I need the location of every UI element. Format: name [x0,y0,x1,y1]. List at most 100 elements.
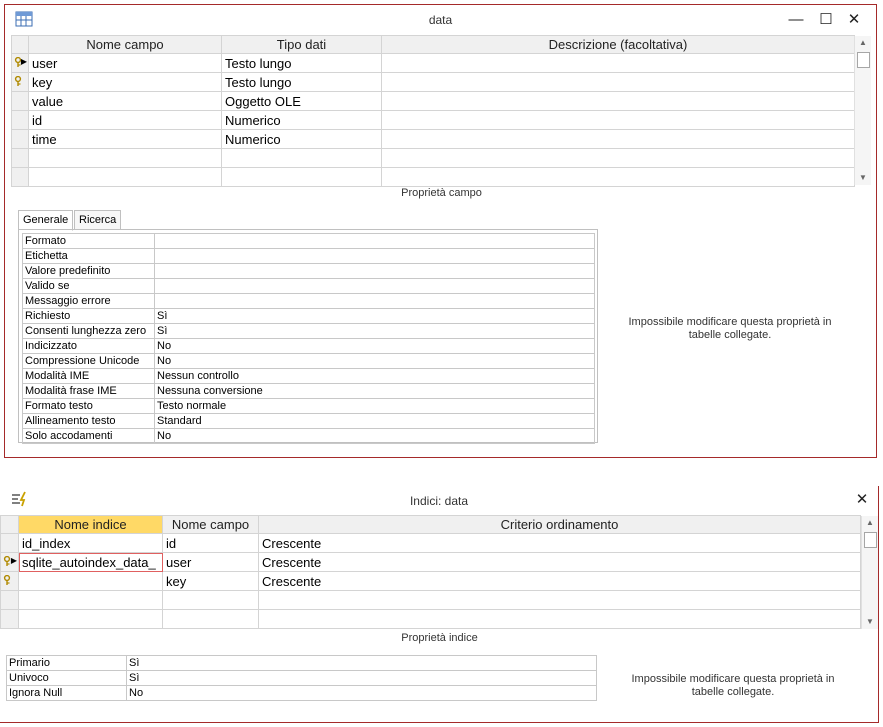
property-value[interactable]: Testo normale [154,398,595,414]
sort-order-cell[interactable]: Crescente [258,552,861,572]
property-value[interactable] [154,278,595,294]
index-row[interactable] [0,590,861,610]
tab-generale[interactable]: Generale [18,210,74,231]
indexes-scroll-down-arrow-icon[interactable]: ▼ [862,615,878,629]
field-name-cell[interactable]: key [28,72,222,92]
index-property-value[interactable]: Sì [126,655,597,671]
column-header-description[interactable]: Descrizione (facoltativa) [381,35,855,54]
indexes-select-all-corner[interactable] [0,515,19,534]
property-value[interactable] [154,233,595,249]
maximize-button[interactable]: ☐ [814,9,838,31]
indexes-close-button[interactable]: ✕ [850,489,874,511]
indexes-scrollbar[interactable]: ▲ ▼ [861,516,878,629]
property-value[interactable]: Nessuna conversione [154,383,595,399]
data-type-cell[interactable]: Numerico [221,110,382,130]
sort-order-cell[interactable] [258,609,861,629]
field-name-cell[interactable]: user [28,53,222,73]
index-name-cell[interactable]: sqlite_autoindex_data_ [18,552,163,572]
minimize-button[interactable]: — [784,9,808,31]
property-value[interactable]: Sì [154,323,595,339]
description-cell[interactable] [381,110,855,130]
index-field-cell[interactable]: user [162,552,259,572]
property-value[interactable]: No [154,353,595,369]
column-header-index-field[interactable]: Nome campo [162,515,259,534]
field-name-cell[interactable]: id [28,110,222,130]
index-row[interactable] [0,609,861,629]
index-name-cell[interactable]: id_index [18,533,163,553]
tab-ricerca[interactable]: Ricerca [74,210,122,230]
index-row[interactable]: id_index id Crescente [0,533,861,553]
index-name-cell[interactable] [18,609,163,629]
index-name-cell[interactable] [18,590,163,610]
indexes-scrollbar-thumb[interactable] [864,532,877,548]
field-row[interactable]: value Oggetto OLE [11,91,855,111]
description-cell[interactable] [381,91,855,111]
field-row[interactable]: time Numerico [11,129,855,149]
data-type-cell[interactable] [221,167,382,187]
column-header-index-name[interactable]: Nome indice [18,515,163,534]
scrollbar-thumb[interactable] [857,52,870,68]
scroll-down-arrow-icon[interactable]: ▼ [855,171,871,185]
scroll-up-arrow-icon[interactable]: ▲ [855,36,871,50]
data-type-cell[interactable]: Testo lungo [221,72,382,92]
property-value[interactable] [154,293,595,309]
description-cell[interactable] [381,53,855,73]
row-selector[interactable] [11,110,29,130]
property-value[interactable]: Standard [154,413,595,429]
column-header-field-name[interactable]: Nome campo [28,35,222,54]
data-type-cell[interactable]: Numerico [221,129,382,149]
data-type-cell[interactable] [221,148,382,168]
fields-scrollbar[interactable]: ▲ ▼ [854,36,871,185]
property-label: Consenti lunghezza zero [22,323,155,339]
field-name-cell[interactable] [28,167,222,187]
data-type-cell[interactable]: Oggetto OLE [221,91,382,111]
row-selector[interactable] [11,91,29,111]
row-selector[interactable] [11,167,29,187]
data-type-cell[interactable]: Testo lungo [221,53,382,73]
description-cell[interactable] [381,148,855,168]
description-cell[interactable] [381,167,855,187]
close-button[interactable]: ✕ [842,9,866,31]
index-field-cell[interactable]: key [162,571,259,591]
index-property-value[interactable]: No [126,685,597,701]
row-selector[interactable]: ▶ [11,53,29,73]
index-field-cell[interactable] [162,609,259,629]
index-name-cell[interactable] [18,571,163,591]
index-row-selector[interactable] [0,590,19,610]
field-name-cell[interactable]: time [28,129,222,149]
index-row[interactable]: key Crescente [0,571,861,591]
property-value[interactable]: Sì [154,308,595,324]
row-selector[interactable] [11,72,29,92]
index-field-cell[interactable] [162,590,259,610]
field-row[interactable]: ▶ user Testo lungo [11,53,855,73]
property-value[interactable] [154,263,595,279]
field-row[interactable] [11,148,855,168]
index-row-selector[interactable] [0,571,19,591]
column-header-sort-order[interactable]: Criterio ordinamento [258,515,861,534]
description-cell[interactable] [381,129,855,149]
index-row-selector[interactable] [0,609,19,629]
column-header-data-type[interactable]: Tipo dati [221,35,382,54]
index-row-selector[interactable]: ▶ [0,552,19,572]
sort-order-cell[interactable]: Crescente [258,571,861,591]
property-value[interactable]: Nessun controllo [154,368,595,384]
property-value[interactable]: No [154,428,595,444]
description-cell[interactable] [381,72,855,92]
index-property-value[interactable]: Sì [126,670,597,686]
field-name-cell[interactable] [28,148,222,168]
field-name-cell[interactable]: value [28,91,222,111]
select-all-corner[interactable] [11,35,29,54]
index-row-selector[interactable] [0,533,19,553]
row-selector[interactable] [11,129,29,149]
index-row[interactable]: ▶ sqlite_autoindex_data_ user Crescente [0,552,861,572]
field-row[interactable]: key Testo lungo [11,72,855,92]
property-value[interactable] [154,248,595,264]
row-selector[interactable] [11,148,29,168]
indexes-scroll-up-arrow-icon[interactable]: ▲ [862,516,878,530]
sort-order-cell[interactable] [258,590,861,610]
index-field-cell[interactable]: id [162,533,259,553]
field-row[interactable]: id Numerico [11,110,855,130]
sort-order-cell[interactable]: Crescente [258,533,861,553]
field-row[interactable] [11,167,855,187]
property-value[interactable]: No [154,338,595,354]
